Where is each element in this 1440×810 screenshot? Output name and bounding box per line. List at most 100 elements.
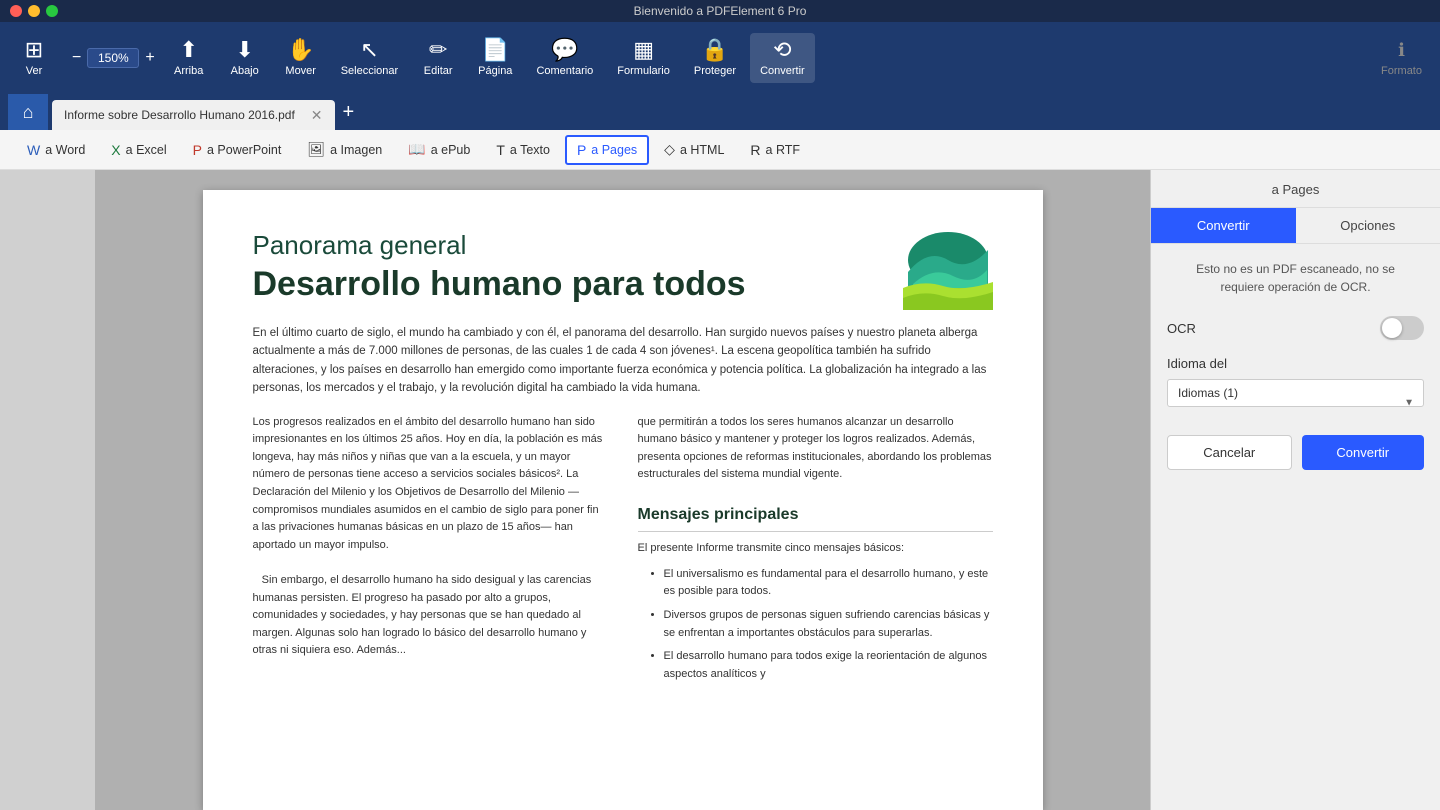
home-icon: ⌂ bbox=[23, 102, 34, 123]
conv-tab-pages[interactable]: P a Pages bbox=[565, 135, 649, 165]
toggle-knob bbox=[1382, 318, 1402, 338]
document-tab[interactable]: Informe sobre Desarrollo Humano 2016.pdf… bbox=[52, 100, 335, 130]
conv-tab-excel[interactable]: X a Excel bbox=[100, 136, 177, 164]
pdf-right-col-intro: que permitirán a todos los seres humanos… bbox=[638, 414, 993, 484]
conv-tab-texto-label: a Texto bbox=[510, 143, 550, 157]
zoom-control: − + bbox=[68, 48, 159, 68]
conv-tab-rtf[interactable]: R a RTF bbox=[739, 136, 811, 164]
convertir-label: Convertir bbox=[760, 65, 805, 77]
seleccionar-label: Seleccionar bbox=[341, 65, 398, 77]
toolbar-item-proteger[interactable]: 🔒 Proteger bbox=[684, 33, 746, 83]
title-bar: Bienvenido a PDFElement 6 Pro bbox=[0, 0, 1440, 22]
action-buttons: Cancelar Convertir bbox=[1167, 435, 1424, 470]
editar-icon: ✏ bbox=[429, 39, 447, 61]
pdf-left-col-text: Los progresos realizados en el ámbito de… bbox=[253, 414, 608, 660]
arriba-label: Arriba bbox=[174, 65, 203, 77]
bullet-3: El desarrollo humano para todos exige la… bbox=[664, 648, 993, 683]
conv-tab-excel-label: a Excel bbox=[126, 143, 167, 157]
minimize-button[interactable] bbox=[28, 5, 40, 17]
pdf-left-col: Los progresos realizados en el ámbito de… bbox=[253, 414, 608, 690]
word-file-icon: W bbox=[27, 142, 40, 158]
pdf-logo bbox=[903, 230, 993, 310]
conv-tab-html-label: a HTML bbox=[680, 143, 724, 157]
seleccionar-icon: ↖ bbox=[360, 39, 378, 61]
proteger-label: Proteger bbox=[694, 65, 736, 77]
convert-button[interactable]: Convertir bbox=[1302, 435, 1425, 470]
maximize-button[interactable] bbox=[46, 5, 58, 17]
mover-icon: ✋ bbox=[287, 39, 314, 61]
close-tab-button[interactable]: ✕ bbox=[311, 107, 323, 124]
ver-label: Ver bbox=[26, 65, 43, 77]
conv-tab-word[interactable]: W a Word bbox=[16, 136, 96, 164]
conv-tab-imagen[interactable]: 🖼 a Imagen bbox=[296, 135, 393, 164]
conv-tab-epub-label: a ePub bbox=[431, 143, 471, 157]
main-layout: Panorama general Desarrollo humano para … bbox=[0, 170, 1440, 810]
abajo-icon: ⬇ bbox=[235, 39, 253, 61]
messages-heading: Mensajes principales bbox=[638, 502, 993, 533]
excel-file-icon: X bbox=[111, 142, 120, 158]
toolbar-item-convertir[interactable]: ⟲ Convertir bbox=[750, 33, 815, 83]
epub-file-icon: 📖 bbox=[408, 141, 425, 158]
zoom-increase-button[interactable]: + bbox=[141, 50, 158, 66]
formulario-icon: ▦ bbox=[633, 39, 654, 61]
ver-icon: ⊞ bbox=[25, 39, 43, 61]
conv-tab-html[interactable]: ◇ a HTML bbox=[653, 135, 735, 164]
pagina-icon: 📄 bbox=[482, 39, 509, 61]
rp-tab-convert[interactable]: Convertir bbox=[1151, 208, 1296, 243]
rp-content: Esto no es un PDF escaneado, no se requi… bbox=[1151, 244, 1440, 810]
conv-tab-powerpoint[interactable]: P a PowerPoint bbox=[182, 136, 293, 164]
zoom-decrease-button[interactable]: − bbox=[68, 50, 85, 66]
ocr-row: OCR bbox=[1167, 316, 1424, 340]
rp-tab-options[interactable]: Opciones bbox=[1296, 208, 1440, 243]
cancel-button[interactable]: Cancelar bbox=[1167, 435, 1292, 470]
bullet-2: Diversos grupos de personas siguen sufri… bbox=[664, 607, 993, 642]
zoom-input[interactable] bbox=[87, 48, 139, 68]
conv-tab-epub[interactable]: 📖 a ePub bbox=[397, 135, 481, 164]
home-button[interactable]: ⌂ bbox=[8, 94, 48, 130]
toolbar-item-seleccionar[interactable]: ↖ Seleccionar bbox=[331, 33, 408, 83]
right-panel: a Pages Convertir Opciones Esto no es un… bbox=[1150, 170, 1440, 810]
pages-file-icon: P bbox=[577, 142, 586, 158]
close-button[interactable] bbox=[10, 5, 22, 17]
idioma-section: Idioma del Idiomas (1) ▼ bbox=[1167, 356, 1424, 427]
powerpoint-file-icon: P bbox=[193, 142, 202, 158]
conv-tab-texto[interactable]: T a Texto bbox=[485, 136, 561, 164]
toolbar-item-comentario[interactable]: 💬 Comentario bbox=[526, 33, 603, 83]
right-panel-tabs: Convertir Opciones bbox=[1151, 208, 1440, 244]
toolbar: ⊞ Ver − + ⬆ Arriba ⬇ Abajo ✋ Mover ↖ Sel… bbox=[0, 22, 1440, 94]
formato-label: Formato bbox=[1381, 65, 1422, 77]
messages-intro: El presente Informe transmite cinco mens… bbox=[638, 540, 993, 558]
pdf-body-paragraph: En el último cuarto de siglo, el mundo h… bbox=[253, 324, 993, 398]
idioma-label: Idioma del bbox=[1167, 356, 1424, 371]
idioma-select[interactable]: Idiomas (1) bbox=[1167, 379, 1424, 407]
toolbar-item-editar[interactable]: ✏ Editar bbox=[412, 33, 464, 83]
pdf-title-bold: Desarrollo humano para todos bbox=[253, 265, 993, 304]
conv-tab-word-label: a Word bbox=[45, 143, 85, 157]
pdf-page: Panorama general Desarrollo humano para … bbox=[203, 190, 1043, 810]
toolbar-item-mover[interactable]: ✋ Mover bbox=[275, 33, 327, 83]
rp-notice-text: Esto no es un PDF escaneado, no se requi… bbox=[1167, 260, 1424, 296]
toolbar-item-ver[interactable]: ⊞ Ver bbox=[8, 33, 60, 83]
bullet-1: El universalismo es fundamental para el … bbox=[664, 566, 993, 601]
add-tab-button[interactable]: + bbox=[343, 101, 355, 124]
conv-tab-pages-label: a Pages bbox=[591, 143, 637, 157]
tab-bar: ⌂ Informe sobre Desarrollo Humano 2016.p… bbox=[0, 94, 1440, 130]
ocr-toggle[interactable] bbox=[1380, 316, 1424, 340]
pagina-label: Página bbox=[478, 65, 512, 77]
right-panel-title: a Pages bbox=[1151, 170, 1440, 208]
arriba-icon: ⬆ bbox=[179, 39, 197, 61]
formato-button[interactable]: ℹ Formato bbox=[1371, 34, 1432, 83]
pdf-area[interactable]: Panorama general Desarrollo humano para … bbox=[95, 170, 1150, 810]
toolbar-item-formulario[interactable]: ▦ Formulario bbox=[607, 33, 680, 83]
toolbar-item-arriba[interactable]: ⬆ Arriba bbox=[163, 33, 215, 83]
proteger-icon: 🔒 bbox=[701, 39, 728, 61]
formato-icon: ℹ bbox=[1398, 40, 1405, 61]
conv-tab-imagen-label: a Imagen bbox=[330, 143, 382, 157]
pdf-title-normal: Panorama general bbox=[253, 230, 993, 261]
comentario-icon: 💬 bbox=[551, 39, 578, 61]
editar-label: Editar bbox=[424, 65, 453, 77]
rtf-file-icon: R bbox=[750, 142, 760, 158]
toolbar-item-abajo[interactable]: ⬇ Abajo bbox=[219, 33, 271, 83]
toolbar-item-pagina[interactable]: 📄 Página bbox=[468, 33, 522, 83]
conv-tab-rtf-label: a RTF bbox=[766, 143, 801, 157]
